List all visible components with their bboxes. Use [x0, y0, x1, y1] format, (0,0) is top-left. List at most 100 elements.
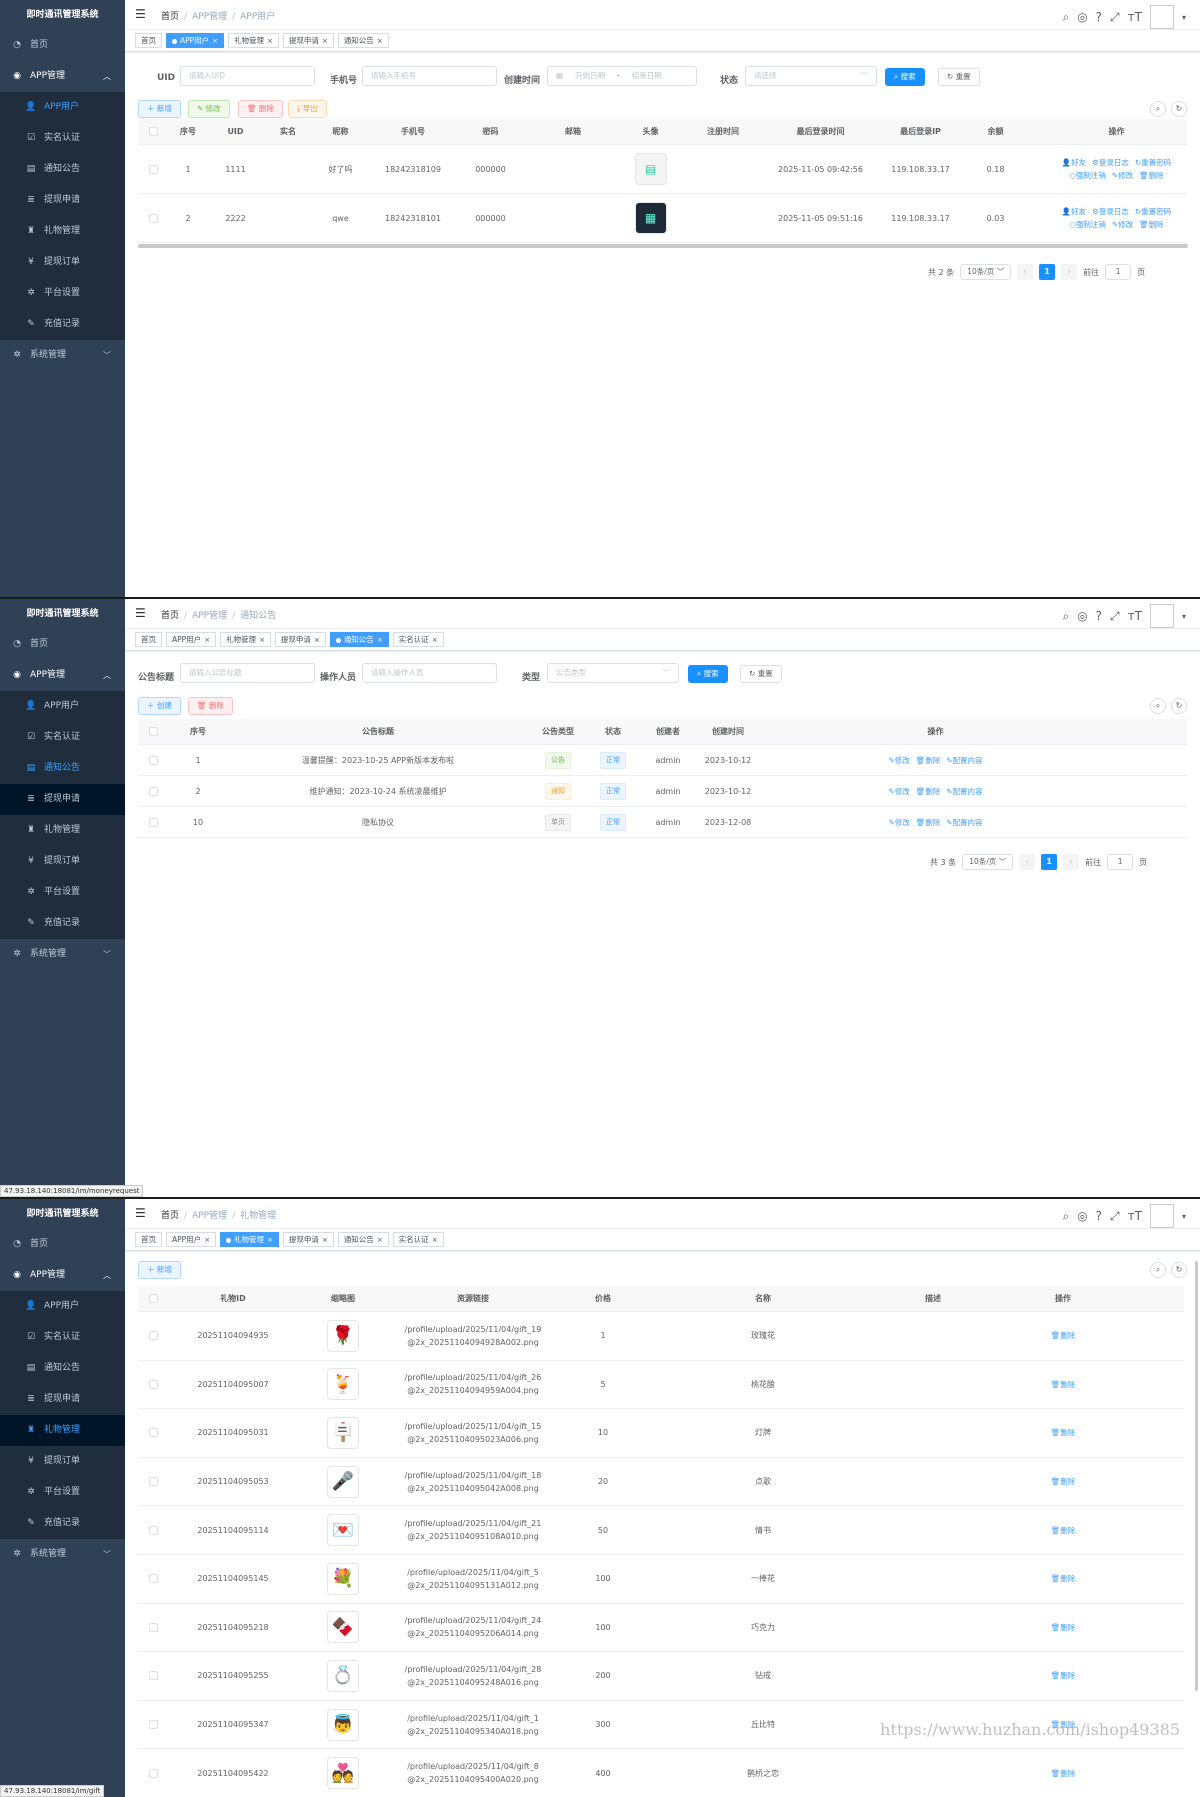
search-button[interactable]: ⌕ 搜索	[885, 68, 925, 86]
date-range-input[interactable]: ▦ 开始日期 - 结束日期	[547, 66, 697, 86]
avatar-image[interactable]: ▤	[634, 153, 667, 185]
tag-app-user[interactable]: APP用户 ×	[166, 1232, 217, 1247]
row-checkbox[interactable]	[148, 817, 158, 827]
tag-app-user[interactable]: APP用户 ×	[166, 33, 225, 48]
uid-input[interactable]: 请输入UID	[180, 66, 315, 86]
row-checkbox[interactable]	[148, 1720, 158, 1730]
menu-gift[interactable]: ♜ 礼物管理	[0, 216, 125, 247]
edit-link[interactable]: ✎修改	[888, 754, 909, 767]
next-page-button[interactable]: ›	[1061, 264, 1078, 280]
font-size-icon[interactable]: тT	[1128, 609, 1142, 623]
tag-real-name[interactable]: 实名认证 ×	[392, 1232, 444, 1247]
row-checkbox[interactable]	[148, 1574, 158, 1584]
table-scrollbar[interactable]	[138, 244, 1188, 248]
fullscreen-icon[interactable]: ⤢	[1110, 1209, 1120, 1224]
delete-link[interactable]: 🗑删除	[1139, 171, 1164, 180]
edit-button[interactable]: ✎ 修改	[188, 100, 230, 118]
edit-link[interactable]: ✎修改	[888, 785, 909, 798]
close-icon[interactable]: ×	[377, 1236, 383, 1244]
delete-link[interactable]: 🗑删除	[1051, 1426, 1076, 1439]
menu-app-group[interactable]: ◉ APP管理 ︿	[0, 660, 125, 691]
menu-notice[interactable]: ▤ 通知公告	[0, 154, 125, 185]
delete-link[interactable]: 🗑删除	[1051, 1669, 1076, 1682]
search-button[interactable]: ⌕ 搜索	[688, 665, 728, 683]
github-icon[interactable]: ◎	[1077, 609, 1087, 623]
question-icon[interactable]: ?	[1096, 1209, 1102, 1223]
add-button[interactable]: ＋ 新增	[138, 100, 181, 118]
tag-gift[interactable]: 礼物管理 ×	[220, 632, 271, 647]
close-icon[interactable]: ×	[204, 1236, 210, 1244]
edit-link[interactable]: ✎修改	[1112, 220, 1133, 229]
tag-home[interactable]: 首页	[135, 1232, 162, 1247]
menu-home[interactable]: ◔ 首页	[0, 30, 125, 61]
delete-link[interactable]: 🗑删除	[1051, 1572, 1076, 1585]
caret-down-icon[interactable]: ▾	[1182, 1212, 1186, 1221]
delete-link[interactable]: 🗑删除	[1051, 1475, 1076, 1488]
close-icon[interactable]: ×	[267, 37, 273, 45]
gift-thumbnail[interactable]: 🎤	[327, 1465, 359, 1498]
edit-link[interactable]: ✎修改	[888, 816, 909, 829]
close-icon[interactable]: ×	[259, 636, 265, 644]
select-all-checkbox[interactable]	[148, 727, 158, 736]
menu-app-user[interactable]: 👤 APP用户	[0, 1291, 125, 1322]
row-checkbox[interactable]	[148, 213, 158, 223]
row-checkbox[interactable]	[148, 755, 158, 765]
login-log-link[interactable]: ⚙登录日志	[1092, 158, 1129, 167]
close-icon[interactable]: ×	[322, 1236, 328, 1244]
search-icon[interactable]: ⌕	[1062, 1209, 1069, 1224]
menu-real-name[interactable]: ☑ 实名认证	[0, 123, 125, 154]
tag-withdraw[interactable]: 提现申请 ×	[282, 1232, 334, 1247]
tag-withdraw[interactable]: 提现申请 ×	[282, 33, 334, 48]
menu-withdraw-order[interactable]: ¥ 提现订单	[0, 1446, 125, 1477]
hamburger-icon[interactable]: ☰	[135, 7, 146, 21]
page-1[interactable]: 1	[1041, 854, 1058, 870]
gift-thumbnail[interactable]: 💐	[327, 1562, 359, 1595]
delete-button[interactable]: 🗑 删除	[188, 697, 233, 715]
delete-link[interactable]: 🗑删除	[1051, 1378, 1076, 1391]
export-button[interactable]: ⤓ 导出	[288, 100, 327, 118]
font-size-icon[interactable]: тT	[1128, 1209, 1142, 1223]
tag-notice[interactable]: 通知公告 ×	[337, 33, 389, 48]
config-content-link[interactable]: ✎配置内容	[946, 785, 982, 798]
row-checkbox[interactable]	[148, 1428, 158, 1438]
avatar[interactable]	[1149, 604, 1174, 628]
tag-home[interactable]: 首页	[135, 632, 162, 647]
fullscreen-icon[interactable]: ⤢	[1110, 10, 1120, 25]
menu-gift[interactable]: ♜ 礼物管理	[0, 815, 125, 846]
gift-thumbnail[interactable]: 🌹	[327, 1319, 359, 1352]
hamburger-icon[interactable]: ☰	[135, 1206, 146, 1220]
menu-app-user[interactable]: 👤 APP用户	[0, 92, 125, 123]
gift-thumbnail[interactable]: 💍	[327, 1659, 359, 1692]
refresh-icon[interactable]: ↻	[1171, 698, 1187, 714]
hamburger-icon[interactable]: ☰	[135, 606, 146, 620]
row-checkbox[interactable]	[148, 786, 158, 796]
search-toggle-icon[interactable]: ⌕	[1150, 698, 1166, 714]
refresh-icon[interactable]: ↻	[1171, 101, 1187, 117]
page-scrollbar[interactable]	[1195, 1261, 1198, 1691]
create-button[interactable]: ＋ 创建	[138, 697, 181, 715]
menu-notice[interactable]: ▤ 通知公告	[0, 753, 125, 784]
menu-app-user[interactable]: 👤 APP用户	[0, 691, 125, 722]
fullscreen-icon[interactable]: ⤢	[1110, 609, 1120, 624]
menu-platform-settings[interactable]: ✲ 平台设置	[0, 1477, 125, 1508]
page-1[interactable]: 1	[1039, 264, 1056, 280]
reset-button[interactable]: ↻ 重置	[938, 68, 980, 86]
title-input[interactable]: 请输入公告标题	[180, 663, 315, 683]
row-checkbox[interactable]	[148, 1768, 158, 1778]
goto-page-input[interactable]: 1	[1107, 854, 1134, 870]
prev-page-button[interactable]: ‹	[1017, 264, 1034, 280]
menu-home[interactable]: ◔ 首页	[0, 1229, 125, 1260]
force-logout-link[interactable]: ○强制注销	[1069, 171, 1106, 180]
menu-system[interactable]: ✲ 系统管理 ﹀	[0, 939, 125, 970]
menu-recharge[interactable]: ✎ 充值记录	[0, 309, 125, 340]
menu-home[interactable]: ◔ 首页	[0, 629, 125, 660]
next-page-button[interactable]: ›	[1063, 854, 1080, 870]
status-select[interactable]: 请选择 ﹀	[745, 66, 877, 86]
avatar[interactable]	[1149, 1204, 1174, 1228]
menu-app-group[interactable]: ◉ APP管理 ︿	[0, 61, 125, 92]
tag-gift[interactable]: 礼物管理 ×	[228, 33, 279, 48]
tag-withdraw[interactable]: 提现申请 ×	[274, 632, 326, 647]
goto-page-input[interactable]: 1	[1105, 264, 1132, 280]
row-checkbox[interactable]	[148, 1379, 158, 1389]
close-icon[interactable]: ×	[314, 636, 320, 644]
